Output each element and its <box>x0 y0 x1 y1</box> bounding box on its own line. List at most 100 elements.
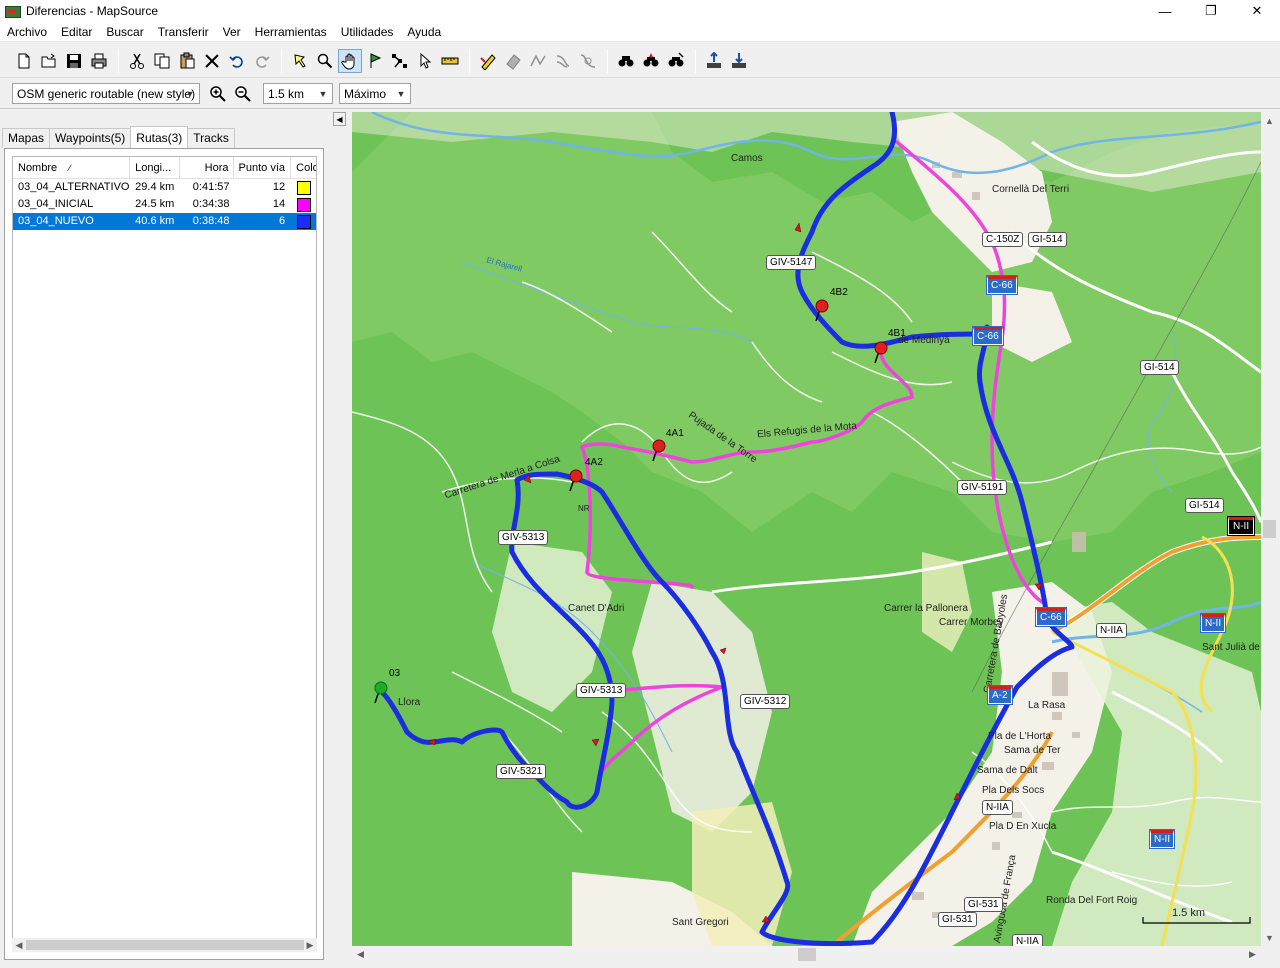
paste-icon[interactable] <box>175 49 199 73</box>
column-header-color[interactable]: Color <box>291 157 316 178</box>
maximize-button[interactable]: ❐ <box>1188 0 1234 22</box>
waypoint-tool-icon[interactable] <box>363 49 387 73</box>
map-view[interactable]: Camos Cornellà Del Terri Els Refugis de … <box>352 112 1261 946</box>
detail-level-select[interactable]: Máximo ▼ <box>339 83 411 104</box>
road-shield: GIV-5191 <box>957 480 1008 495</box>
detail-level-value: Máximo <box>344 86 387 101</box>
map-label-pallonera: Carrer la Pallonera <box>884 603 968 614</box>
route-tool-icon[interactable] <box>388 49 412 73</box>
column-header-hora[interactable]: Hora <box>180 157 234 178</box>
route-points: 12 <box>272 181 286 193</box>
table-row[interactable]: 03_04_NUEVO 40.6 km 0:38:48 6 <box>13 213 316 230</box>
scrollbar-thumb[interactable] <box>26 940 304 950</box>
map-label-canet: Canet D'Adri <box>568 603 625 614</box>
zoom-scale-select[interactable]: 1.5 km ▼ <box>263 83 333 104</box>
menu-editar[interactable]: Editar <box>54 22 99 42</box>
redo-icon[interactable] <box>250 49 274 73</box>
measure-tool-icon[interactable] <box>438 49 462 73</box>
delete-icon[interactable] <box>200 49 224 73</box>
send-to-device-icon[interactable] <box>727 49 751 73</box>
menu-ver[interactable]: Ver <box>216 22 248 42</box>
map-horizontal-scrollbar[interactable]: ◀ ▶ <box>352 946 1261 963</box>
toolbar-separator <box>469 48 470 73</box>
waypoint-label[interactable]: 03 <box>389 668 400 679</box>
route-color <box>291 213 316 230</box>
road-shield: GIV-5147 <box>766 255 817 270</box>
route-time: 0:38:48 <box>192 215 230 227</box>
menu-buscar[interactable]: Buscar <box>99 22 150 42</box>
road-shield: GI-514 <box>1185 498 1224 513</box>
open-folder-icon[interactable] <box>37 49 61 73</box>
map-vertical-scrollbar[interactable]: ▲ ▼ <box>1261 112 1278 946</box>
find-places-icon[interactable] <box>639 49 663 73</box>
toolbar-separator <box>118 48 119 73</box>
copy-icon[interactable] <box>150 49 174 73</box>
column-header-longitud[interactable]: Longi... <box>130 157 180 178</box>
menu-transferir[interactable]: Transferir <box>151 22 216 42</box>
left-panel: ◀ Mapas Waypoints(5) Rutas(3) Tracks Nom… <box>0 110 346 968</box>
scroll-down-icon[interactable]: ▼ <box>1261 929 1278 946</box>
new-document-icon[interactable] <box>12 49 36 73</box>
column-header-nombre[interactable]: Nombre ⁄ <box>13 157 131 178</box>
table-row[interactable]: 03_04_ALTERNATIVO 29.4 km 0:41:57 12 <box>13 179 316 196</box>
menu-archivo[interactable]: Archivo <box>0 22 54 42</box>
find-icon[interactable] <box>614 49 638 73</box>
tab-waypoints[interactable]: Waypoints(5) <box>49 128 132 148</box>
waypoint-label[interactable]: 4A2 <box>585 457 603 468</box>
table-row[interactable]: 03_04_INICIAL 24.5 km 0:34:38 14 <box>13 196 316 213</box>
scrollbar-thumb[interactable] <box>1263 520 1276 538</box>
scroll-right-icon[interactable]: ▶ <box>1244 946 1261 963</box>
join-track-icon[interactable] <box>551 49 575 73</box>
tab-tracks[interactable]: Tracks <box>187 128 235 148</box>
route-color <box>291 179 316 196</box>
route-length: 40.6 km <box>135 215 175 227</box>
track-draw-icon[interactable] <box>476 49 500 73</box>
zoom-tool-icon[interactable] <box>313 49 337 73</box>
selection-tool-icon[interactable] <box>288 49 312 73</box>
erase-track-icon[interactable] <box>501 49 525 73</box>
toolbar-separator <box>695 48 696 73</box>
list-horizontal-scrollbar[interactable]: ◀ ▶ <box>12 938 317 952</box>
waypoint-label[interactable]: 4A1 <box>666 428 684 439</box>
menu-herramientas[interactable]: Herramientas <box>248 22 334 42</box>
road-shield: N-IIA <box>1096 623 1127 638</box>
find-nearest-icon[interactable] <box>664 49 688 73</box>
map-label-sama-dalt: Sama de Dalt <box>977 765 1038 776</box>
scroll-up-icon[interactable]: ▲ <box>1261 112 1278 129</box>
route-length: 29.4 km <box>135 181 175 193</box>
menu-ayuda[interactable]: Ayuda <box>400 22 448 42</box>
scroll-left-icon[interactable]: ◀ <box>12 938 26 952</box>
column-header-punto-via[interactable]: Punto vía <box>234 157 292 178</box>
hand-pan-tool-icon[interactable] <box>338 48 362 73</box>
undo-icon[interactable] <box>225 49 249 73</box>
close-button[interactable]: ✕ <box>1234 0 1280 22</box>
tab-mapas[interactable]: Mapas <box>2 128 51 148</box>
chevron-down-icon: ▼ <box>396 88 406 99</box>
scroll-right-icon[interactable]: ▶ <box>303 938 317 952</box>
minimize-button[interactable]: — <box>1142 0 1188 22</box>
waypoint-label[interactable]: 4B1 <box>888 328 906 339</box>
sort-ascending-icon: ⁄ <box>69 163 71 173</box>
print-icon[interactable] <box>87 49 111 73</box>
cut-icon[interactable] <box>125 49 149 73</box>
collapse-panel-icon[interactable]: ◀ <box>333 112 346 126</box>
tab-rutas[interactable]: Rutas(3) <box>130 126 189 148</box>
mapsource-app-icon <box>4 3 21 19</box>
map-toolbar: OSM generic routable (new style) ▼ 1.5 k… <box>0 79 1280 109</box>
scroll-left-icon[interactable]: ◀ <box>352 946 369 963</box>
waypoint-label[interactable]: 4B2 <box>830 287 848 298</box>
road-shield: C-150Z <box>982 232 1024 247</box>
pointer-tool-icon[interactable] <box>413 49 437 73</box>
zoom-out-icon[interactable] <box>231 82 255 106</box>
receive-from-device-icon[interactable] <box>702 49 726 73</box>
scrollbar-thumb[interactable] <box>798 948 816 961</box>
save-icon[interactable] <box>62 49 86 73</box>
route-name: 03_04_ALTERNATIVO <box>18 181 130 193</box>
menu-utilidades[interactable]: Utilidades <box>334 22 401 42</box>
divide-track-icon[interactable] <box>526 49 550 73</box>
map-label-pla-xucla: Pla D En Xucla <box>989 821 1057 832</box>
road-shield: C-66 <box>986 275 1018 295</box>
zoom-in-icon[interactable] <box>206 82 230 106</box>
filter-track-icon[interactable] <box>576 49 600 73</box>
map-product-select[interactable]: OSM generic routable (new style) ▼ <box>12 83 200 104</box>
